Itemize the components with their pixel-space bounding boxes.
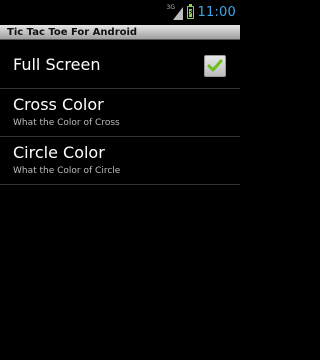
signal-indicator: 3G	[167, 4, 183, 21]
divider	[0, 184, 240, 185]
status-clock: 11:00	[197, 5, 236, 20]
pref-summary-circle-color: What the Color of Circle	[13, 166, 121, 176]
status-bar: 3G ⚡ 11:00	[0, 0, 240, 25]
full-screen-checkbox[interactable]	[204, 55, 226, 77]
pref-item-cross-color[interactable]: Cross Color What the Color of Cross	[0, 89, 240, 136]
pref-summary-cross-color: What the Color of Cross	[13, 118, 120, 128]
battery-icon: ⚡	[186, 4, 194, 19]
title-bar: Tic Tac Toe For Android	[0, 25, 240, 40]
signal-bars-icon	[172, 6, 183, 20]
pref-title-circle-color: Circle Color	[13, 143, 105, 162]
status-icons: 3G ⚡ 11:00	[167, 0, 236, 25]
pref-title-full-screen: Full Screen	[13, 55, 101, 74]
pref-item-circle-color[interactable]: Circle Color What the Color of Circle	[0, 137, 240, 184]
pref-title-cross-color: Cross Color	[13, 95, 104, 114]
app-title: Tic Tac Toe For Android	[7, 27, 138, 38]
charging-bolt-icon: ⚡	[188, 8, 194, 17]
checkmark-icon	[207, 59, 223, 72]
